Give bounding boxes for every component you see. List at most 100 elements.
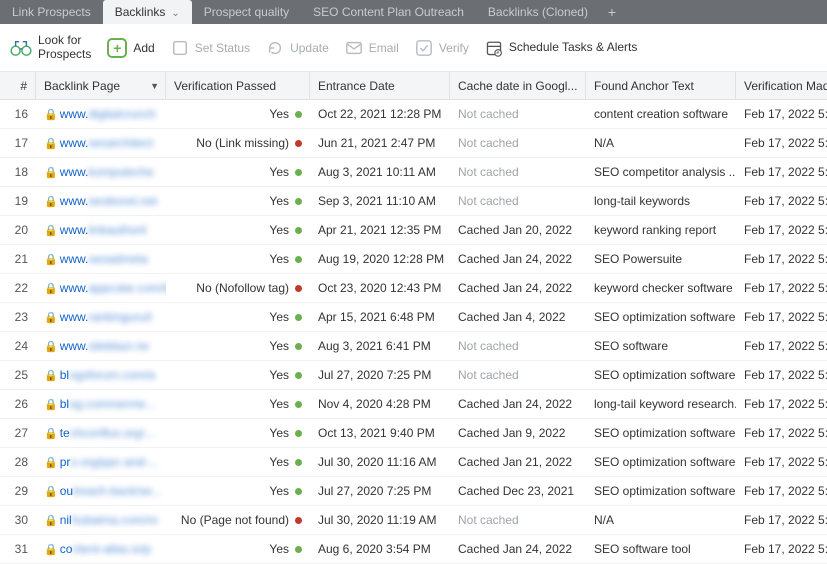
link-text: www.	[60, 107, 89, 121]
status-icon	[171, 39, 189, 57]
cell-backlink-page[interactable]: 🔒www.seoboost.net	[36, 187, 166, 215]
tab-seo-content-plan-outreach[interactable]: SEO Content Plan Outreach	[301, 0, 476, 24]
cell-verification: Yes	[166, 303, 310, 331]
set-status-button[interactable]: Set Status	[171, 39, 250, 57]
cell-cache-date: Cached Jan 9, 2022	[450, 419, 586, 447]
cell-backlink-page[interactable]: 🔒blog.commerme...	[36, 390, 166, 418]
cell-backlink-page[interactable]: 🔒www.siteblazr.ne	[36, 332, 166, 360]
cell-entrance-date: Sep 3, 2021 11:10 AM	[310, 187, 450, 215]
col-backlink-page[interactable]: Backlink Page▼	[36, 72, 166, 99]
verify-label: Verify	[439, 41, 469, 55]
table-row[interactable]: 17🔒www.seoarchitectNo (Link missing)Jun …	[0, 129, 827, 158]
table-body: 16🔒www.digitalcrunchYesOct 22, 2021 12:2…	[0, 100, 827, 564]
cell-backlink-page[interactable]: 🔒pro.org/ppc-and-...	[36, 448, 166, 476]
tab-prospect-quality[interactable]: Prospect quality	[192, 0, 301, 24]
link-text: www.	[60, 310, 89, 324]
lock-icon: 🔒	[44, 195, 58, 208]
cell-backlink-page[interactable]: 🔒www.linkauthorit	[36, 216, 166, 244]
table-row[interactable]: 21🔒www.seoadmetaYesAug 19, 2020 12:28 PM…	[0, 245, 827, 274]
table-row[interactable]: 24🔒www.siteblazr.neYesAug 3, 2021 6:41 P…	[0, 332, 827, 361]
cell-verification: Yes	[166, 419, 310, 447]
link-blurred: rankinguru/t	[88, 310, 151, 324]
col-verification[interactable]: Verification Passed	[166, 72, 310, 99]
link-text: www.	[60, 252, 89, 266]
table-row[interactable]: 30🔒nilhubaima.com/reNo (Page not found)J…	[0, 506, 827, 535]
cell-verification: Yes	[166, 187, 310, 215]
cell-verification-made: Feb 17, 2022 5:25 ...	[736, 332, 827, 360]
cell-backlink-page[interactable]: 🔒www.seoarchitect	[36, 129, 166, 157]
table-row[interactable]: 23🔒www.rankinguru/tYesApr 15, 2021 6:48 …	[0, 303, 827, 332]
verify-button[interactable]: Verify	[415, 39, 469, 57]
cell-backlink-page[interactable]: 🔒techconflux.org/...	[36, 419, 166, 447]
cell-entrance-date: Apr 21, 2021 12:35 PM	[310, 216, 450, 244]
cell-entrance-date: Jul 27, 2020 7:25 PM	[310, 361, 450, 389]
table-row[interactable]: 31🔒content-atlas.io/pYesAug 6, 2020 3:54…	[0, 535, 827, 564]
link-text: co	[60, 542, 73, 556]
look-for-prospects-button[interactable]: Look for Prospects	[10, 34, 91, 60]
cell-backlink-page[interactable]: 🔒outreach-back/se...	[36, 477, 166, 505]
update-button[interactable]: Update	[266, 39, 329, 57]
cell-verification: No (Link missing)	[166, 129, 310, 157]
status-dot-icon	[295, 169, 302, 176]
cell-backlink-page[interactable]: 🔒www.rankinguru/t	[36, 303, 166, 331]
col-entrance-date[interactable]: Entrance Date	[310, 72, 450, 99]
cell-verification-made: Feb 17, 2022 5:25 ...	[736, 448, 827, 476]
status-dot-icon	[295, 372, 302, 379]
tab-link-prospects[interactable]: Link Prospects	[0, 0, 103, 24]
link-blurred: komputeche	[88, 165, 153, 179]
cell-verification-made: Feb 17, 2022 5:25 ...	[736, 303, 827, 331]
tab-bar: Link ProspectsBacklinks⌄Prospect quality…	[0, 0, 827, 24]
email-button[interactable]: Email	[345, 39, 399, 57]
chevron-down-icon: ▼	[150, 81, 159, 91]
col-cache-date[interactable]: Cache date in Googl...	[450, 72, 586, 99]
table-row[interactable]: 18🔒www.komputecheYesAug 3, 2021 10:11 AM…	[0, 158, 827, 187]
cell-backlink-page[interactable]: 🔒nilhubaima.com/re	[36, 506, 166, 534]
cell-verification-made: Feb 17, 2022 5:25 ...	[736, 158, 827, 186]
cell-cache-date: Not cached	[450, 100, 586, 128]
cell-verification: Yes	[166, 216, 310, 244]
table-row[interactable]: 28🔒pro.org/ppc-and-...YesJul 30, 2020 11…	[0, 448, 827, 477]
lookfor-label-2: Prospects	[38, 48, 91, 61]
cell-backlink-page[interactable]: 🔒www.appcube.com/b	[36, 274, 166, 302]
table-row[interactable]: 27🔒techconflux.org/...YesOct 13, 2021 9:…	[0, 419, 827, 448]
lock-icon: 🔒	[44, 253, 58, 266]
link-blurred: linkauthorit	[88, 223, 146, 237]
tab-backlinks[interactable]: Backlinks⌄	[103, 0, 192, 24]
lock-icon: 🔒	[44, 311, 58, 324]
chevron-down-icon: ⌄	[171, 8, 179, 19]
cell-number: 16	[0, 100, 36, 128]
link-blurred: siteblazr.ne	[88, 339, 149, 353]
col-verification-made[interactable]: Verification Made On	[736, 72, 827, 99]
col-anchor-text[interactable]: Found Anchor Text	[586, 72, 736, 99]
cell-backlink-page[interactable]: 🔒www.digitalcrunch	[36, 100, 166, 128]
cell-backlink-page[interactable]: 🔒blogsforum.com/a	[36, 361, 166, 389]
refresh-icon	[266, 39, 284, 57]
cell-entrance-date: Apr 15, 2021 6:48 PM	[310, 303, 450, 331]
schedule-tasks-button[interactable]: Schedule Tasks & Alerts	[485, 39, 638, 57]
add-button[interactable]: + Add	[107, 38, 154, 58]
sched-l2: Tasks	[562, 40, 593, 54]
cell-cache-date: Cached Jan 24, 2022	[450, 390, 586, 418]
cell-backlink-page[interactable]: 🔒www.komputeche	[36, 158, 166, 186]
link-blurred: seoarchitect	[88, 136, 153, 150]
col-number[interactable]: #	[0, 72, 36, 99]
table-row[interactable]: 20🔒www.linkauthoritYesApr 21, 2021 12:35…	[0, 216, 827, 245]
lock-icon: 🔒	[44, 166, 58, 179]
cell-entrance-date: Jul 27, 2020 7:25 PM	[310, 477, 450, 505]
cell-entrance-date: Nov 4, 2020 4:28 PM	[310, 390, 450, 418]
tab-backlinks-cloned-[interactable]: Backlinks (Cloned)	[476, 0, 600, 24]
table-row[interactable]: 26🔒blog.commerme...YesNov 4, 2020 4:28 P…	[0, 390, 827, 419]
add-tab-button[interactable]: +	[600, 4, 624, 20]
link-text: bl	[60, 368, 69, 382]
table-row[interactable]: 22🔒www.appcube.com/bNo (Nofollow tag)Oct…	[0, 274, 827, 303]
table-row[interactable]: 25🔒blogsforum.com/aYesJul 27, 2020 7:25 …	[0, 361, 827, 390]
table-row[interactable]: 19🔒www.seoboost.netYesSep 3, 2021 11:10 …	[0, 187, 827, 216]
link-text: www.	[60, 281, 89, 295]
table-row[interactable]: 29🔒outreach-back/se...YesJul 27, 2020 7:…	[0, 477, 827, 506]
lock-icon: 🔒	[44, 427, 58, 440]
sched-l3: & Alerts	[596, 40, 637, 54]
update-label: Update	[290, 41, 329, 55]
cell-number: 21	[0, 245, 36, 273]
table-row[interactable]: 16🔒www.digitalcrunchYesOct 22, 2021 12:2…	[0, 100, 827, 129]
cell-backlink-page[interactable]: 🔒www.seoadmeta	[36, 245, 166, 273]
